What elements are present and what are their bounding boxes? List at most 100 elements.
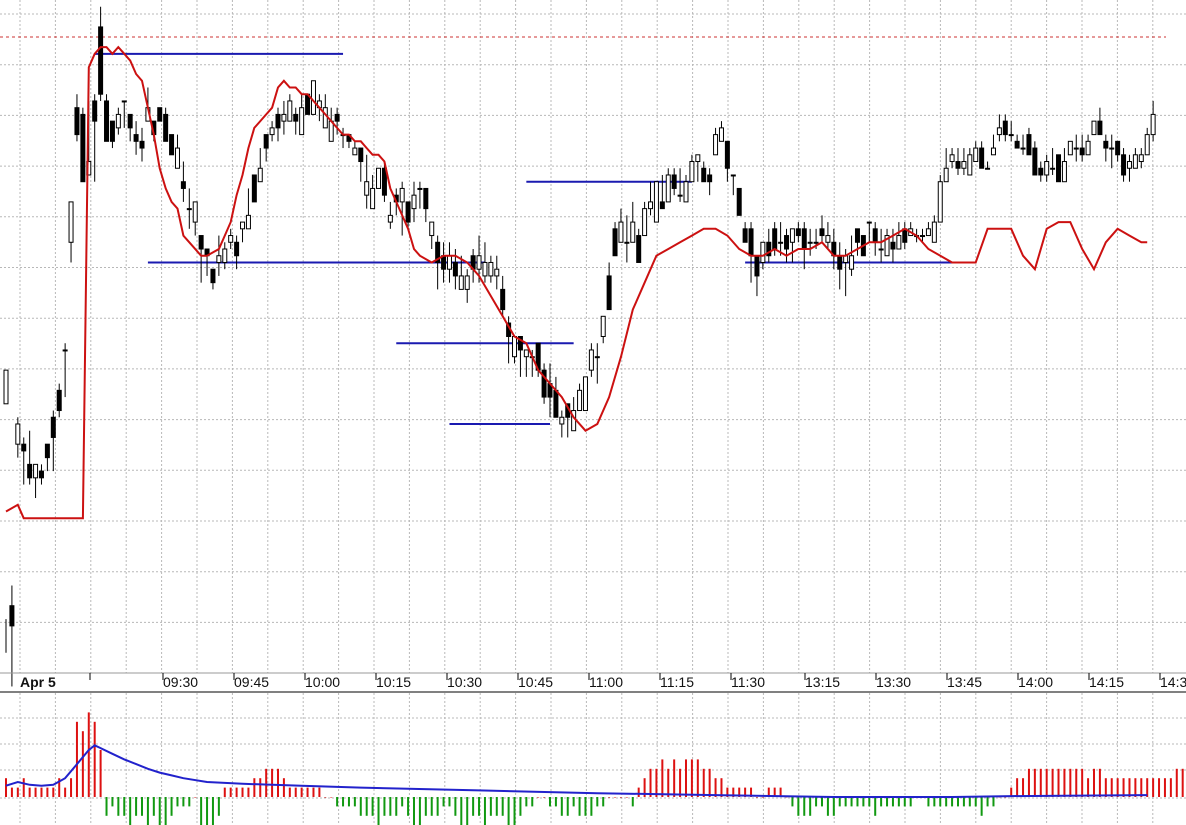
volume-bar [206, 797, 209, 825]
volume-bar [1098, 768, 1101, 797]
volume-bar [1134, 778, 1137, 797]
candle-body [234, 241, 240, 257]
candle-body [62, 349, 68, 352]
candle-body [624, 241, 630, 244]
volume-bar [105, 797, 108, 816]
candle-body [1138, 154, 1144, 163]
volume-bar [472, 797, 475, 816]
candle [1067, 140, 1073, 156]
volume-bar [578, 797, 581, 816]
candle-body [1097, 120, 1103, 136]
candle-body [730, 174, 736, 177]
volume-bar [271, 768, 274, 797]
candle [104, 94, 110, 142]
volume-bar [838, 797, 841, 807]
candle-body [370, 187, 376, 210]
candle-body [1085, 140, 1091, 156]
candle-body [1144, 134, 1150, 156]
candle-body [937, 181, 943, 223]
candle-body [789, 228, 795, 243]
candle-body [902, 228, 908, 243]
volume-bar [312, 787, 315, 797]
volume-bar [1045, 768, 1048, 797]
candle-body [281, 113, 287, 122]
volume-bar [158, 797, 161, 825]
volume-bar [365, 797, 368, 816]
candle-body [967, 154, 973, 176]
volume-bar [16, 787, 19, 797]
volume-bar [1087, 778, 1090, 797]
time-tick-label: 13:15 [805, 674, 840, 690]
candle-body [222, 248, 228, 263]
volume-bar [625, 797, 628, 798]
candle-body [21, 443, 27, 452]
candle-body [659, 201, 665, 210]
volume-bar [241, 787, 244, 797]
time-tick-label: 11:30 [731, 674, 765, 690]
volume-bar [1022, 778, 1025, 797]
volume-bar [282, 778, 285, 797]
volume-bar [1110, 778, 1113, 797]
volume-bar [614, 797, 617, 798]
candle-body [588, 349, 594, 371]
volume-bar [247, 787, 250, 797]
candle-body [795, 228, 801, 237]
volume-bar [548, 797, 551, 807]
volume-bar [383, 797, 386, 816]
candle-body [446, 255, 452, 270]
volume-bar [412, 797, 415, 825]
volume-bar [974, 797, 977, 807]
candle-body [707, 174, 713, 183]
candle-body [423, 187, 429, 210]
candle-body [482, 261, 488, 277]
volume-bar [318, 787, 321, 797]
volume-bar [336, 797, 339, 807]
candle-body [1032, 147, 1038, 176]
volume-bar [560, 797, 563, 816]
candle-body [488, 261, 494, 277]
volume-bar [909, 797, 912, 807]
volume-bar [513, 797, 516, 825]
volume-bar [87, 712, 90, 797]
candle-body [594, 356, 600, 359]
time-tick-label: 10:30 [447, 674, 482, 690]
candle-body [689, 161, 695, 183]
volume-bar [679, 768, 682, 797]
volume-bar [478, 797, 481, 816]
candle-body [606, 275, 612, 311]
candle-body [825, 235, 831, 243]
chart-canvas: Apr 5 09:30 09:45 10:00 10:15 10:30 10:45 11:0… [0, 0, 1186, 825]
volume-bar [146, 797, 149, 825]
volume-bar [986, 797, 989, 807]
volume-bar [868, 797, 871, 807]
volume-bar [211, 797, 214, 825]
candle-body [376, 167, 382, 189]
candle [376, 167, 382, 189]
volume-bar [637, 787, 640, 797]
date-label: Apr 5 [20, 674, 56, 690]
volume-bar [430, 797, 433, 816]
volume-bar [164, 797, 167, 825]
candle-body [56, 389, 62, 412]
candle-body [577, 389, 583, 412]
volume-bar [927, 797, 930, 807]
volume-bar [1057, 768, 1060, 797]
volume-bar [436, 797, 439, 816]
volume-bar [945, 797, 948, 807]
candle-body [1026, 134, 1032, 156]
volume-bar [1116, 778, 1119, 797]
candle-body [1061, 161, 1067, 183]
volume-bar [962, 797, 965, 807]
volume-bar [956, 797, 959, 807]
time-tick-label: 10:00 [305, 674, 340, 690]
candle [736, 187, 742, 216]
candle-body [648, 201, 654, 210]
volume-bar [608, 797, 611, 798]
candle [80, 107, 86, 183]
volume-bar [99, 750, 102, 797]
candle-body [523, 349, 529, 358]
candle-body [387, 214, 393, 223]
candle-body [334, 113, 340, 122]
volume-bar [342, 797, 345, 807]
volume-bar [891, 797, 894, 807]
